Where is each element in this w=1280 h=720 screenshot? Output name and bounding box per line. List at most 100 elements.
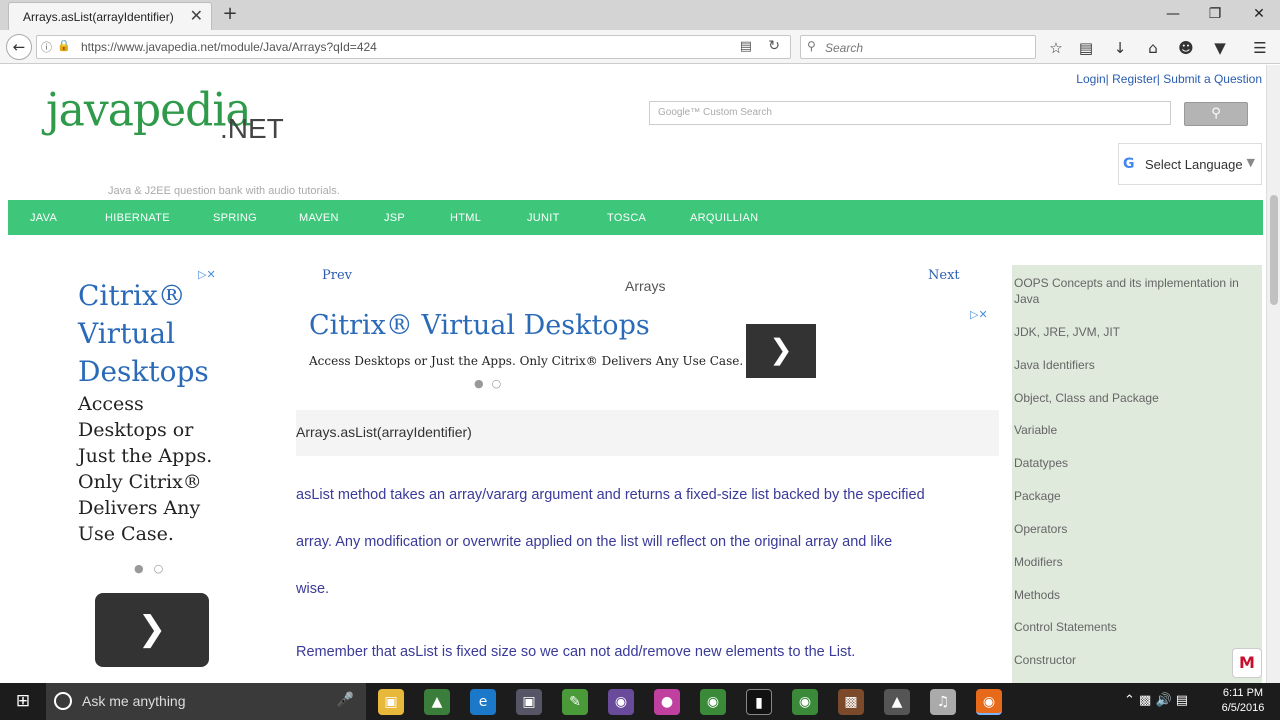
terminal-icon[interactable]: ▮ bbox=[746, 689, 772, 715]
app-icon[interactable]: ▩ bbox=[838, 689, 864, 715]
firefox-icon[interactable]: ◉ bbox=[976, 689, 1002, 715]
bookmarks-list-icon[interactable]: ▤ bbox=[1076, 38, 1096, 58]
menu-item-maven[interactable]: MAVEN bbox=[299, 212, 339, 224]
ad-left-title[interactable]: Citrix® Virtual Desktops bbox=[78, 277, 228, 391]
network-icon[interactable]: ▣ bbox=[516, 689, 542, 715]
sidebar-item-methods[interactable]: Methods bbox=[1014, 587, 1246, 603]
cortana-placeholder: Ask me anything bbox=[82, 693, 186, 709]
site-tagline: Java & J2EE question bank with audio tut… bbox=[108, 185, 340, 197]
sidebar-item-object-class[interactable]: Object, Class and Package bbox=[1014, 390, 1246, 406]
menu-item-spring[interactable]: SPRING bbox=[213, 212, 257, 224]
site-logo-suffix[interactable]: .NET bbox=[220, 113, 284, 145]
minimize-icon[interactable]: — bbox=[1158, 4, 1188, 24]
ad-mid-title[interactable]: Citrix® Virtual Desktops bbox=[309, 310, 650, 341]
menu-item-html[interactable]: HTML bbox=[450, 212, 481, 224]
clock[interactable]: 6:11 PM 6/5/2016 bbox=[1218, 686, 1268, 716]
menu-item-jsp[interactable]: JSP bbox=[384, 212, 405, 224]
ad-left-carousel-dots[interactable]: ●○ bbox=[134, 562, 173, 575]
sidebar-item-modifiers[interactable]: Modifiers bbox=[1014, 554, 1246, 570]
mcafee-icon[interactable]: M bbox=[1232, 648, 1262, 678]
ad-mid-body: Access Desktops or Just the Apps. Only C… bbox=[309, 354, 744, 368]
download-icon[interactable]: ↓ bbox=[1110, 38, 1130, 58]
menu-item-junit[interactable]: JUNIT bbox=[527, 212, 560, 224]
sidebar-item-operators[interactable]: Operators bbox=[1014, 521, 1246, 537]
sidebar-item-oops[interactable]: OOPS Concepts and its implementation in … bbox=[1014, 275, 1246, 307]
question-box: Arrays.asList(arrayIdentifier) bbox=[296, 410, 999, 456]
browser-navbar: ← ⓘ 🔒 https://www.javapedia.net/module/J… bbox=[0, 30, 1280, 64]
browser-search-input[interactable]: ⚲ Search bbox=[800, 35, 1036, 59]
browser-tab[interactable]: Arrays.asList(arrayIdentifier) ✕ bbox=[8, 2, 212, 30]
google-translate-icon: G bbox=[1123, 156, 1135, 172]
reader-view-icon[interactable]: ▤ bbox=[740, 39, 752, 54]
browser-titlebar: Arrays.asList(arrayIdentifier) ✕ + — ❐ ✕ bbox=[0, 0, 1280, 30]
app-icon[interactable]: ▲ bbox=[424, 689, 450, 715]
ad-left-body: Access Desktops or Just the Apps. Only C… bbox=[78, 393, 213, 545]
back-button[interactable]: ← bbox=[6, 34, 32, 60]
account-links: Login| Register| Submit a Question bbox=[1076, 72, 1262, 86]
photos-icon[interactable]: ▲ bbox=[884, 689, 910, 715]
clock-time: 6:11 PM bbox=[1222, 687, 1264, 699]
google-search-input[interactable]: Google™ Custom Search bbox=[649, 101, 1171, 125]
sidebar-item-constructor[interactable]: Constructor bbox=[1014, 652, 1246, 668]
menu-item-hibernate[interactable]: HIBERNATE bbox=[105, 212, 170, 224]
notepad-icon[interactable]: ✎ bbox=[562, 689, 588, 715]
microphone-icon[interactable]: 🎤 bbox=[337, 692, 354, 708]
menu-item-arquillian[interactable]: ARQUILLIAN bbox=[690, 212, 758, 224]
reload-icon[interactable]: ↻ bbox=[768, 38, 780, 54]
file-explorer-icon[interactable]: ▣ bbox=[378, 689, 404, 715]
new-tab-button[interactable]: + bbox=[220, 4, 240, 24]
search-icon: ⚲ bbox=[807, 39, 816, 53]
eclipse-icon[interactable]: ◉ bbox=[608, 689, 634, 715]
next-link[interactable]: Next bbox=[928, 268, 960, 283]
cortana-search[interactable]: Ask me anything 🎤 bbox=[46, 683, 366, 720]
google-search-placeholder: Google™ Custom Search bbox=[658, 107, 772, 118]
itunes-icon[interactable]: ♫ bbox=[930, 689, 956, 715]
pocket-icon[interactable]: ▼ bbox=[1210, 38, 1230, 58]
dropdown-arrow-icon: ▼ bbox=[1246, 156, 1255, 169]
menu-item-tosca[interactable]: TOSCA bbox=[607, 212, 646, 224]
system-tray[interactable]: ⌃ ▩ 🔊 ▤ bbox=[1124, 693, 1188, 708]
chrome-icon[interactable]: ◉ bbox=[700, 689, 726, 715]
lock-icon[interactable]: 🔒 bbox=[57, 39, 71, 52]
register-link[interactable]: Register| bbox=[1112, 72, 1160, 86]
url-text[interactable]: https://www.javapedia.net/module/Java/Ar… bbox=[81, 40, 377, 54]
clock-date: 6/5/2016 bbox=[1221, 702, 1265, 714]
ad-choices-icon[interactable]: ▷✕ bbox=[970, 308, 988, 321]
windows-start-icon[interactable]: ⊞ bbox=[0, 683, 46, 720]
sidebar-item-identifiers[interactable]: Java Identifiers bbox=[1014, 357, 1246, 373]
ad-left[interactable]: ▷✕ Citrix® Virtual Desktops Access Deskt… bbox=[70, 265, 240, 675]
close-window-icon[interactable]: ✕ bbox=[1244, 4, 1274, 24]
ad-mid-next-button[interactable]: ❯ bbox=[746, 324, 816, 378]
bookmark-star-icon[interactable]: ☆ bbox=[1046, 38, 1066, 58]
language-select-label: Select Language bbox=[1145, 157, 1243, 172]
answer-note: Remember that asList is fixed size so we… bbox=[296, 644, 856, 660]
chat-icon[interactable]: ☻ bbox=[1176, 38, 1196, 58]
scrollbar-thumb[interactable] bbox=[1270, 195, 1278, 305]
sidebar-item-package[interactable]: Package bbox=[1014, 488, 1246, 504]
prev-link[interactable]: Prev bbox=[322, 268, 352, 283]
submit-question-link[interactable]: Submit a Question bbox=[1163, 72, 1262, 86]
sidebar-item-jdk[interactable]: JDK, JRE, JVM, JIT bbox=[1014, 324, 1246, 340]
taskbar: ⊞ Ask me anything 🎤 ▣ ▲ e ▣ ✎ ◉ ● ◉ ▮ ◉ … bbox=[0, 683, 1280, 720]
question-title: Arrays.asList(arrayIdentifier) bbox=[296, 424, 472, 440]
google-search-button[interactable]: ⚲ bbox=[1184, 102, 1248, 126]
home-icon[interactable]: ⌂ bbox=[1143, 38, 1163, 58]
search-placeholder: Search bbox=[825, 41, 864, 55]
chrome-icon[interactable]: ◉ bbox=[792, 689, 818, 715]
menu-item-java[interactable]: JAVA bbox=[30, 212, 57, 224]
menu-icon[interactable]: ☰ bbox=[1250, 38, 1270, 58]
ad-mid-carousel-dots[interactable]: ●○ bbox=[474, 377, 509, 390]
sidebar-item-variable[interactable]: Variable bbox=[1014, 422, 1246, 438]
app-icon[interactable]: ● bbox=[654, 689, 680, 715]
sidebar-item-datatypes[interactable]: Datatypes bbox=[1014, 455, 1246, 471]
language-select[interactable]: G Select Language ▼ bbox=[1118, 143, 1262, 185]
sidebar-item-control-statements[interactable]: Control Statements bbox=[1014, 619, 1246, 635]
url-bar[interactable]: ⓘ 🔒 https://www.javapedia.net/module/Jav… bbox=[36, 35, 791, 59]
login-link[interactable]: Login| bbox=[1076, 72, 1108, 86]
restore-icon[interactable]: ❐ bbox=[1200, 4, 1230, 24]
tab-close-icon[interactable]: ✕ bbox=[190, 7, 203, 25]
page-scrollbar[interactable] bbox=[1266, 65, 1280, 683]
ad-left-next-button[interactable]: ❯ bbox=[95, 593, 209, 667]
info-icon[interactable]: ⓘ bbox=[41, 39, 52, 55]
edge-icon[interactable]: e bbox=[470, 689, 496, 715]
